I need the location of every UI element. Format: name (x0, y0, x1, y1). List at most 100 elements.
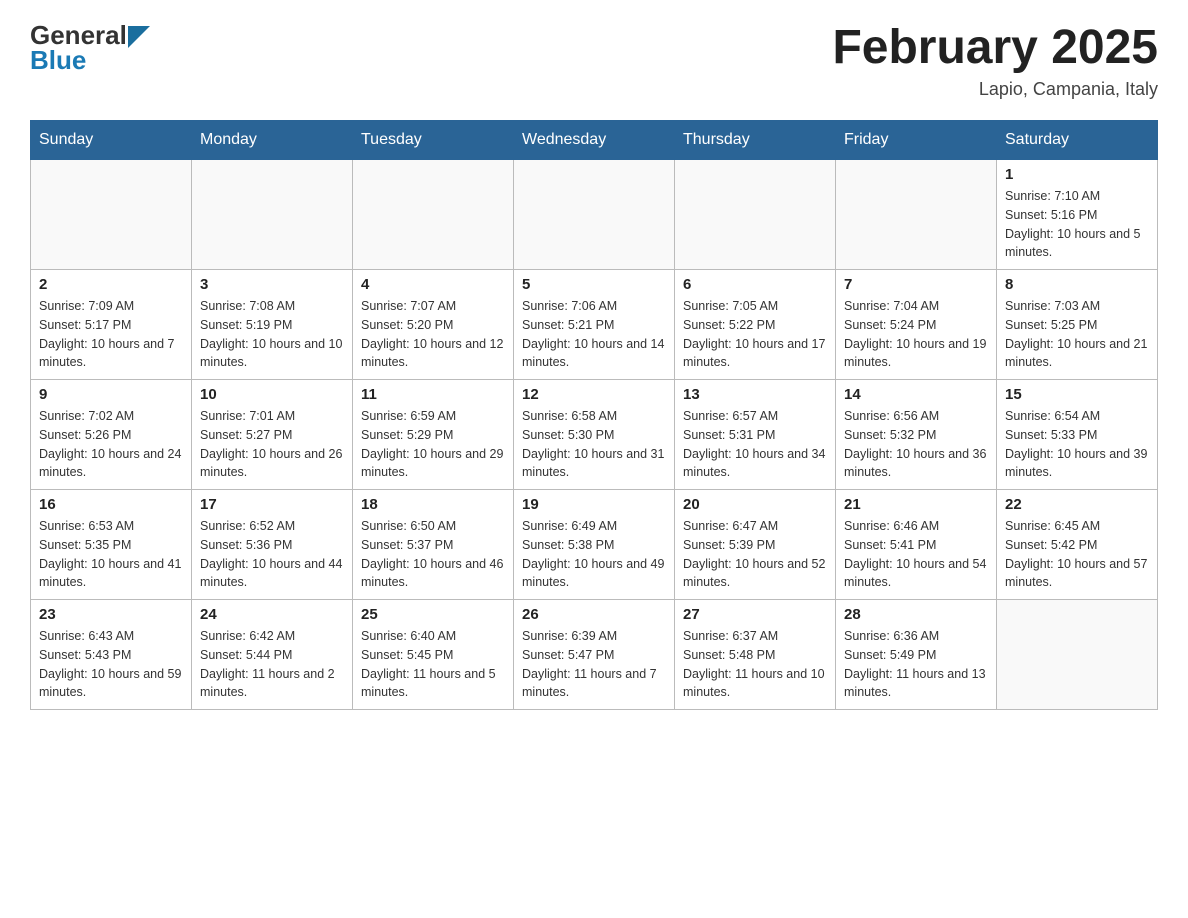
col-friday: Friday (836, 121, 997, 160)
calendar-cell (675, 160, 836, 270)
day-info: Sunrise: 6:36 AMSunset: 5:49 PMDaylight:… (844, 627, 988, 702)
calendar-cell: 28 Sunrise: 6:36 AMSunset: 5:49 PMDayligh… (836, 600, 997, 710)
month-title: February 2025 (832, 20, 1158, 75)
day-info: Sunrise: 6:59 AMSunset: 5:29 PMDaylight:… (361, 407, 505, 482)
day-number: 28 (844, 606, 988, 623)
col-saturday: Saturday (997, 121, 1158, 160)
day-number: 7 (844, 276, 988, 293)
day-number: 6 (683, 276, 827, 293)
calendar-cell: 16 Sunrise: 6:53 AMSunset: 5:35 PMDayligh… (31, 490, 192, 600)
day-info: Sunrise: 7:06 AMSunset: 5:21 PMDaylight:… (522, 297, 666, 372)
calendar-cell (836, 160, 997, 270)
day-number: 14 (844, 386, 988, 403)
calendar-cell (353, 160, 514, 270)
calendar-cell: 23 Sunrise: 6:43 AMSunset: 5:43 PMDayligh… (31, 600, 192, 710)
logo: General Blue (30, 20, 150, 76)
day-info: Sunrise: 7:07 AMSunset: 5:20 PMDaylight:… (361, 297, 505, 372)
day-info: Sunrise: 7:10 AMSunset: 5:16 PMDaylight:… (1005, 187, 1149, 262)
calendar-header-row: Sunday Monday Tuesday Wednesday Thursday… (31, 121, 1158, 160)
col-wednesday: Wednesday (514, 121, 675, 160)
calendar-cell (192, 160, 353, 270)
day-info: Sunrise: 6:50 AMSunset: 5:37 PMDaylight:… (361, 517, 505, 592)
week-row-2: 2 Sunrise: 7:09 AMSunset: 5:17 PMDaylight… (31, 270, 1158, 380)
day-info: Sunrise: 6:39 AMSunset: 5:47 PMDaylight:… (522, 627, 666, 702)
day-info: Sunrise: 6:40 AMSunset: 5:45 PMDaylight:… (361, 627, 505, 702)
day-number: 20 (683, 496, 827, 513)
calendar-cell: 8Sunrise: 7:03 AMSunset: 5:25 PMDaylight… (997, 270, 1158, 380)
calendar-cell: 13Sunrise: 6:57 AMSunset: 5:31 PMDayligh… (675, 380, 836, 490)
calendar-cell: 26 Sunrise: 6:39 AMSunset: 5:47 PMDayligh… (514, 600, 675, 710)
day-number: 10 (200, 386, 344, 403)
calendar-cell: 22Sunrise: 6:45 AMSunset: 5:42 PMDayligh… (997, 490, 1158, 600)
day-number: 21 (844, 496, 988, 513)
calendar-cell: 5Sunrise: 7:06 AMSunset: 5:21 PMDaylight… (514, 270, 675, 380)
day-info: Sunrise: 6:42 AMSunset: 5:44 PMDaylight:… (200, 627, 344, 702)
calendar-cell: 7 Sunrise: 7:04 AMSunset: 5:24 PMDaylight… (836, 270, 997, 380)
calendar-cell: 21 Sunrise: 6:46 AMSunset: 5:41 PMDayligh… (836, 490, 997, 600)
day-number: 26 (522, 606, 666, 623)
day-info: Sunrise: 6:53 AMSunset: 5:35 PMDaylight:… (39, 517, 183, 592)
calendar-cell: 25 Sunrise: 6:40 AMSunset: 5:45 PMDayligh… (353, 600, 514, 710)
day-number: 4 (361, 276, 505, 293)
day-info: Sunrise: 7:09 AMSunset: 5:17 PMDaylight:… (39, 297, 183, 372)
day-number: 18 (361, 496, 505, 513)
calendar-cell: 14 Sunrise: 6:56 AMSunset: 5:32 PMDayligh… (836, 380, 997, 490)
logo-blue-text: Blue (30, 45, 150, 76)
day-info: Sunrise: 6:56 AMSunset: 5:32 PMDaylight:… (844, 407, 988, 482)
calendar-cell (31, 160, 192, 270)
day-number: 13 (683, 386, 827, 403)
col-thursday: Thursday (675, 121, 836, 160)
day-number: 24 (200, 606, 344, 623)
day-number: 15 (1005, 386, 1149, 403)
day-number: 27 (683, 606, 827, 623)
day-number: 2 (39, 276, 183, 293)
week-row-3: 9 Sunrise: 7:02 AMSunset: 5:26 PMDaylight… (31, 380, 1158, 490)
col-tuesday: Tuesday (353, 121, 514, 160)
calendar-cell: 1 Sunrise: 7:10 AMSunset: 5:16 PMDaylight… (997, 160, 1158, 270)
calendar-cell: 27 Sunrise: 6:37 AMSunset: 5:48 PMDayligh… (675, 600, 836, 710)
day-info: Sunrise: 6:46 AMSunset: 5:41 PMDaylight:… (844, 517, 988, 592)
day-info: Sunrise: 7:08 AMSunset: 5:19 PMDaylight:… (200, 297, 344, 372)
calendar-cell: 20 Sunrise: 6:47 AMSunset: 5:39 PMDayligh… (675, 490, 836, 600)
calendar-cell: 12Sunrise: 6:58 AMSunset: 5:30 PMDayligh… (514, 380, 675, 490)
calendar-cell: 4 Sunrise: 7:07 AMSunset: 5:20 PMDaylight… (353, 270, 514, 380)
day-number: 25 (361, 606, 505, 623)
calendar-cell: 15 Sunrise: 6:54 AMSunset: 5:33 PMDayligh… (997, 380, 1158, 490)
day-number: 9 (39, 386, 183, 403)
day-info: Sunrise: 7:02 AMSunset: 5:26 PMDaylight:… (39, 407, 183, 482)
title-area: February 2025 Lapio, Campania, Italy (832, 20, 1158, 100)
day-info: Sunrise: 7:04 AMSunset: 5:24 PMDaylight:… (844, 297, 988, 372)
day-number: 1 (1005, 166, 1149, 183)
calendar-cell: 24 Sunrise: 6:42 AMSunset: 5:44 PMDayligh… (192, 600, 353, 710)
day-number: 3 (200, 276, 344, 293)
calendar-cell: 18 Sunrise: 6:50 AMSunset: 5:37 PMDayligh… (353, 490, 514, 600)
calendar-cell: 17 Sunrise: 6:52 AMSunset: 5:36 PMDayligh… (192, 490, 353, 600)
week-row-5: 23 Sunrise: 6:43 AMSunset: 5:43 PMDayligh… (31, 600, 1158, 710)
col-monday: Monday (192, 121, 353, 160)
day-info: Sunrise: 6:49 AMSunset: 5:38 PMDaylight:… (522, 517, 666, 592)
day-info: Sunrise: 6:45 AMSunset: 5:42 PMDaylight:… (1005, 517, 1149, 592)
day-number: 23 (39, 606, 183, 623)
col-sunday: Sunday (31, 121, 192, 160)
day-number: 12 (522, 386, 666, 403)
week-row-1: 1 Sunrise: 7:10 AMSunset: 5:16 PMDaylight… (31, 160, 1158, 270)
location: Lapio, Campania, Italy (832, 79, 1158, 100)
week-row-4: 16 Sunrise: 6:53 AMSunset: 5:35 PMDayligh… (31, 490, 1158, 600)
day-info: Sunrise: 6:54 AMSunset: 5:33 PMDaylight:… (1005, 407, 1149, 482)
calendar-table: Sunday Monday Tuesday Wednesday Thursday… (30, 120, 1158, 710)
calendar-cell: 6 Sunrise: 7:05 AMSunset: 5:22 PMDaylight… (675, 270, 836, 380)
day-number: 17 (200, 496, 344, 513)
calendar-cell: 11 Sunrise: 6:59 AMSunset: 5:29 PMDayligh… (353, 380, 514, 490)
calendar-cell: 2 Sunrise: 7:09 AMSunset: 5:17 PMDaylight… (31, 270, 192, 380)
day-info: Sunrise: 7:05 AMSunset: 5:22 PMDaylight:… (683, 297, 827, 372)
calendar-cell: 9 Sunrise: 7:02 AMSunset: 5:26 PMDaylight… (31, 380, 192, 490)
calendar-cell: 3 Sunrise: 7:08 AMSunset: 5:19 PMDaylight… (192, 270, 353, 380)
day-number: 16 (39, 496, 183, 513)
day-number: 11 (361, 386, 505, 403)
day-info: Sunrise: 7:01 AMSunset: 5:27 PMDaylight:… (200, 407, 344, 482)
day-info: Sunrise: 6:47 AMSunset: 5:39 PMDaylight:… (683, 517, 827, 592)
day-info: Sunrise: 6:52 AMSunset: 5:36 PMDaylight:… (200, 517, 344, 592)
day-info: Sunrise: 6:37 AMSunset: 5:48 PMDaylight:… (683, 627, 827, 702)
day-info: Sunrise: 6:43 AMSunset: 5:43 PMDaylight:… (39, 627, 183, 702)
calendar-cell: 19Sunrise: 6:49 AMSunset: 5:38 PMDayligh… (514, 490, 675, 600)
